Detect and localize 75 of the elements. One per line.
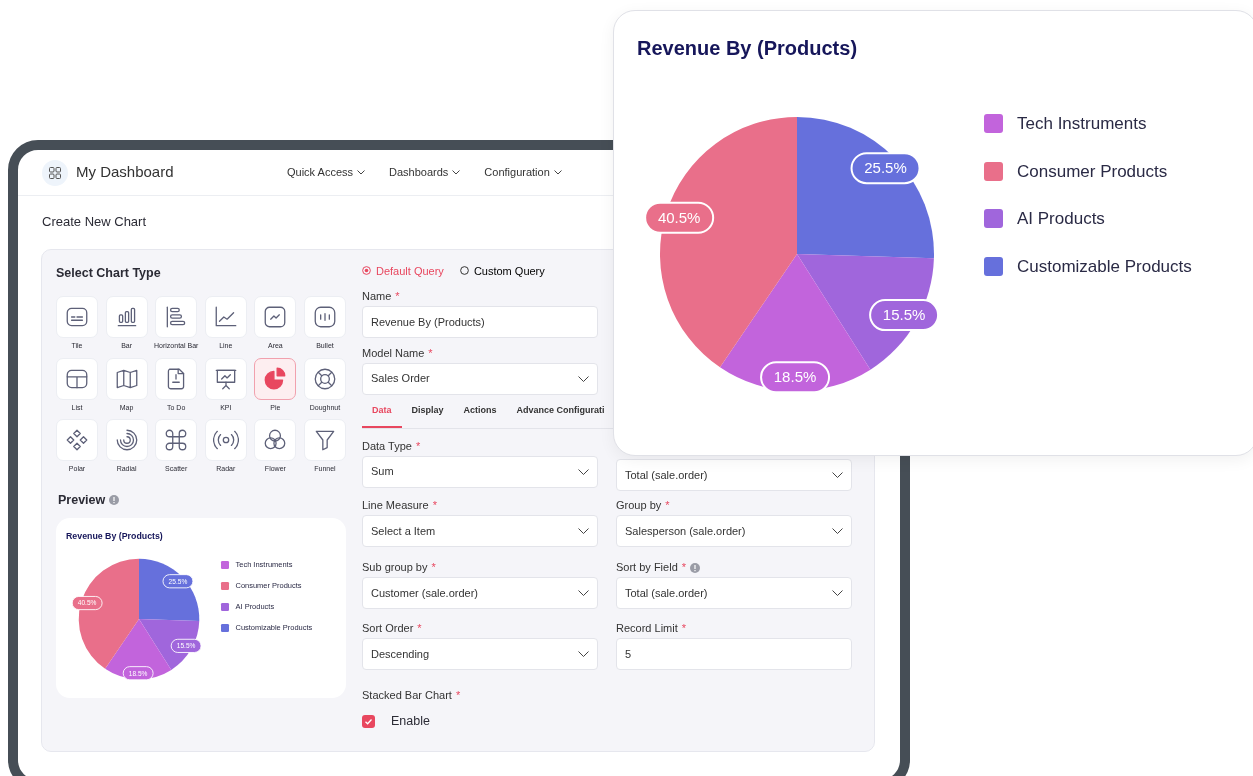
info-icon xyxy=(109,495,120,506)
field-label: Sub group by xyxy=(362,561,428,574)
select-field[interactable]: Sales Order xyxy=(362,362,598,395)
data-label: 40.5% xyxy=(644,201,715,234)
legend-label: Consumer Products xyxy=(1017,160,1168,183)
tab[interactable]: Actions xyxy=(453,403,507,428)
field-label: Name xyxy=(362,289,392,303)
tab[interactable]: Data xyxy=(362,403,402,428)
chevron-down-icon xyxy=(832,590,843,596)
required-mark: * xyxy=(417,622,422,635)
required-mark: * xyxy=(428,346,433,360)
radio-empty-icon xyxy=(459,266,469,275)
required-mark: * xyxy=(681,561,687,574)
text-field[interactable]: 5 xyxy=(616,638,852,670)
field-label: Record Limit xyxy=(616,622,678,635)
data-label: 40.5% xyxy=(657,208,701,226)
required-mark: * xyxy=(395,289,400,303)
nav-menu[interactable]: Configuration xyxy=(484,164,562,181)
required-mark: * xyxy=(681,622,687,635)
chevron-down-icon xyxy=(578,651,589,657)
required-mark: * xyxy=(415,439,421,453)
select-field[interactable]: Sum xyxy=(362,455,598,488)
tab[interactable]: Advance Configurati xyxy=(506,403,605,428)
chevron-down-icon xyxy=(578,590,589,596)
select-field[interactable]: Total (sale.order) xyxy=(616,577,852,609)
chevron-down-icon xyxy=(832,528,843,534)
radio-selected-icon xyxy=(362,266,371,275)
field-label: Group by xyxy=(616,499,662,512)
tab[interactable]: Display xyxy=(401,403,454,428)
section-heading: Preview xyxy=(58,491,106,509)
chevron-down-icon xyxy=(578,375,589,382)
nav-menu[interactable]: Dashboards xyxy=(389,164,461,181)
required-mark: * xyxy=(432,499,437,512)
section-heading: Select Chart Type xyxy=(56,264,162,282)
chart-title: Revenue By (Products) xyxy=(637,36,859,61)
checkbox-label: Enable xyxy=(391,713,430,730)
select-field[interactable]: Salesperson (sale.order) xyxy=(616,515,852,547)
legend-label: AI Products xyxy=(1017,208,1105,230)
chevron-down-icon xyxy=(832,472,843,478)
legend-label: Tech Instruments xyxy=(1017,113,1147,135)
required-mark: * xyxy=(665,499,670,512)
data-label: 15.5% xyxy=(882,306,926,324)
field-label: Sort by Field xyxy=(616,561,678,574)
select-field[interactable]: Total (sale.order) xyxy=(616,459,852,491)
select-field[interactable]: Customer (sale.order) xyxy=(362,577,598,609)
data-label: 25.5% xyxy=(864,159,907,177)
chart-title: Revenue By (Products) xyxy=(66,529,164,543)
field-label: Sort Order xyxy=(362,622,414,635)
select-field[interactable]: Select a Item xyxy=(362,515,598,547)
chevron-down-icon xyxy=(578,468,589,475)
legend-label: Customizable Products xyxy=(1017,255,1192,278)
chart-type-tile[interactable] xyxy=(254,357,297,400)
data-label: 18.5% xyxy=(760,361,831,394)
checkbox[interactable] xyxy=(362,714,375,728)
radio-option[interactable]: Default Query xyxy=(362,263,444,278)
required-mark: * xyxy=(431,561,436,574)
chevron-down-icon xyxy=(553,170,562,175)
data-label: 18.5% xyxy=(773,368,817,386)
chevron-down-icon xyxy=(578,528,589,534)
required-mark: * xyxy=(455,689,461,702)
nav-menu[interactable]: Quick Access xyxy=(287,164,366,181)
page-title: Create New Chart xyxy=(42,213,147,231)
field-label: Data Type xyxy=(362,439,412,453)
radio-option[interactable]: Custom Query xyxy=(459,263,545,278)
field-label: Model Name xyxy=(362,346,425,360)
grid-logo-icon xyxy=(42,159,68,186)
chevron-down-icon xyxy=(357,170,366,175)
app-title: My Dashboard xyxy=(76,162,174,183)
field-label: Stacked Bar Chart xyxy=(362,689,452,702)
data-label: 15.5% xyxy=(869,299,940,332)
select-field[interactable]: Descending xyxy=(362,638,598,670)
field-label: Line Measure xyxy=(362,499,429,512)
data-label: 25.5% xyxy=(850,152,921,185)
text-field[interactable]: Revenue By (Products) xyxy=(362,305,598,338)
chevron-down-icon xyxy=(452,170,461,175)
